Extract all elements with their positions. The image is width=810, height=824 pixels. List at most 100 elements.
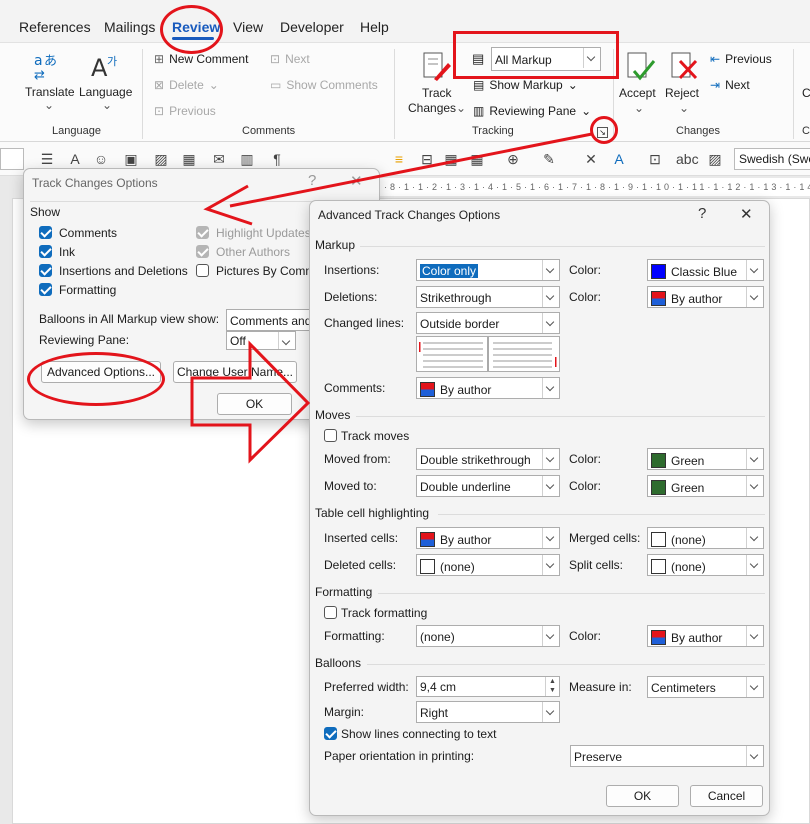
picture-icon[interactable]: ▨ — [706, 150, 724, 168]
balloons-view-label: Balloons in All Markup view show: — [39, 312, 220, 326]
reviewing-pane-button[interactable]: ▥ Reviewing Pane ⌄ — [473, 104, 591, 118]
track-moves-checkbox[interactable] — [324, 429, 337, 442]
next-comment-button[interactable]: ⊡ Next — [270, 52, 310, 66]
help-icon[interactable]: ? — [308, 172, 316, 189]
spinner-arrows-icon[interactable]: ▲ ▼ — [545, 677, 559, 696]
margin-select[interactable]: Right — [416, 701, 560, 723]
format-icon[interactable]: ☰ — [38, 150, 56, 168]
spelling-icon[interactable]: abc — [676, 150, 699, 168]
group-changes-label: Changes — [676, 125, 721, 137]
insertions-deletions-checkbox[interactable] — [39, 264, 52, 277]
preferred-width-spinner[interactable]: 9,4 cm ▲ ▼ — [416, 676, 560, 697]
next-change-icon: ⇥ — [710, 78, 721, 92]
font-color-icon[interactable]: A — [66, 150, 84, 168]
reject-button[interactable] — [668, 51, 700, 86]
ok-button[interactable]: OK — [606, 785, 679, 807]
close-icon[interactable]: ✕ — [582, 150, 600, 168]
toolbar-dropdown[interactable] — [0, 148, 24, 170]
inserted-cells-select[interactable]: By author — [416, 527, 560, 549]
layout-icon[interactable]: ▦ — [180, 150, 198, 168]
merged-cells-select[interactable]: (none) — [647, 527, 764, 549]
tab-developer[interactable]: Developer — [280, 19, 344, 35]
track-formatting-label: Track formatting — [341, 606, 428, 620]
ribbon-separator — [793, 49, 794, 139]
new-comment-button[interactable]: ⊞ New Comment — [154, 52, 248, 66]
formatting-select[interactable]: (none) — [416, 625, 560, 647]
text-box-icon[interactable]: ▣ — [122, 150, 140, 168]
chevron-down-icon — [746, 287, 763, 307]
show-comments-icon: ▭ — [270, 78, 282, 92]
insertions-select[interactable]: Color only — [416, 259, 560, 281]
by-author-swatch — [420, 532, 435, 547]
accept-button[interactable] — [624, 51, 656, 86]
moved-from-color-select[interactable]: Green — [647, 448, 764, 470]
ok-button[interactable]: OK — [217, 393, 292, 415]
language-select[interactable]: Swedish (Swe — [734, 148, 810, 170]
split-cells-select[interactable]: (none) — [647, 554, 764, 576]
show-lines-checkbox[interactable] — [324, 727, 337, 740]
language-dropdown-icon: ⌄ — [102, 98, 113, 112]
moved-from-select[interactable]: Double strikethrough — [416, 448, 560, 470]
close-icon[interactable]: ✕ — [350, 172, 363, 190]
close-icon[interactable]: ✕ — [740, 205, 753, 223]
moved-from-color-label: Color: — [569, 452, 602, 466]
balloons-view-select[interactable]: Comments and f — [226, 309, 316, 331]
ink-checkbox[interactable] — [39, 245, 52, 258]
pictures-by-comments-checkbox[interactable] — [196, 264, 209, 277]
formatting-color-select[interactable]: By author — [647, 625, 764, 647]
previous-change-button[interactable]: ⇤ Previous — [710, 52, 772, 66]
text-effects-icon[interactable]: A — [610, 150, 628, 168]
moved-to-select[interactable]: Double underline — [416, 475, 560, 497]
insert-image-icon[interactable]: ▨ — [152, 150, 170, 168]
deleted-cells-select[interactable]: (none) — [416, 554, 560, 576]
group-comments-label: Comments — [242, 125, 296, 137]
highlight-updates-checkbox[interactable] — [196, 226, 209, 239]
show-comments-button[interactable]: ▭ Show Comments — [270, 78, 378, 92]
language-button[interactable]: A가 — [90, 51, 120, 84]
track-icon[interactable]: ⊡ — [646, 150, 664, 168]
other-authors-checkbox[interactable] — [196, 245, 209, 258]
show-markup-button[interactable]: ▤ Show Markup ⌄ — [473, 78, 578, 92]
change-user-name-button[interactable]: Change User Name... — [173, 361, 297, 383]
comments-color-select[interactable]: By author — [416, 377, 560, 399]
smiley-icon[interactable]: ☺ — [92, 150, 110, 168]
grid-icon[interactable]: ▦ — [442, 150, 460, 168]
next-change-button[interactable]: ⇥ Next — [710, 78, 750, 92]
insertions-color-select[interactable]: Classic Blue — [647, 259, 764, 281]
link-icon[interactable]: ⊕ — [504, 150, 522, 168]
tab-mailings[interactable]: Mailings — [104, 19, 155, 35]
deletions-color-select[interactable]: By author — [647, 286, 764, 308]
track-changes-button[interactable] — [420, 51, 452, 86]
previous-comment-button[interactable]: ⊡ Previous — [154, 104, 216, 118]
paper-orientation-select[interactable]: Preserve — [570, 745, 764, 767]
paragraph-icon[interactable]: ¶ — [268, 150, 286, 168]
edit-icon[interactable]: ✎ — [540, 150, 558, 168]
accept-label: Accept — [619, 86, 656, 100]
help-icon[interactable]: ? — [698, 205, 706, 222]
cancel-button[interactable]: Cancel — [690, 785, 763, 807]
tab-references[interactable]: References — [19, 19, 91, 35]
comments-checkbox[interactable] — [39, 226, 52, 239]
translate-button[interactable]: a あ ⇄ — [32, 51, 62, 84]
column-icon[interactable]: ▥ — [238, 150, 256, 168]
changed-lines-select[interactable]: Outside border — [416, 312, 560, 334]
divider — [367, 664, 765, 665]
letter-icon[interactable]: ✉ — [210, 150, 228, 168]
tab-view[interactable]: View — [233, 19, 263, 35]
highlight-icon[interactable]: ≡ — [390, 150, 408, 168]
measure-in-select[interactable]: Centimeters — [647, 676, 764, 698]
delete-comment-button[interactable]: ⊠ Delete ⌄ — [154, 78, 219, 92]
borders-icon[interactable]: ⊟ — [418, 150, 436, 168]
deletions-color-label: Color: — [569, 290, 602, 304]
track-formatting-checkbox[interactable] — [324, 606, 337, 619]
table-icon[interactable]: ▦ — [468, 150, 486, 168]
by-author-swatch — [651, 291, 666, 306]
formatting-checkbox[interactable] — [39, 283, 52, 296]
ribbon-edge-truncated-button[interactable]: C — [802, 86, 810, 100]
other-authors-label: Other Authors — [216, 245, 291, 259]
track-changes-label-2: Changes — [408, 101, 457, 115]
tab-help[interactable]: Help — [360, 19, 389, 35]
deletions-select[interactable]: Strikethrough — [416, 286, 560, 308]
reviewing-pane-select[interactable]: Off — [226, 331, 296, 350]
moved-to-color-select[interactable]: Green — [647, 475, 764, 497]
